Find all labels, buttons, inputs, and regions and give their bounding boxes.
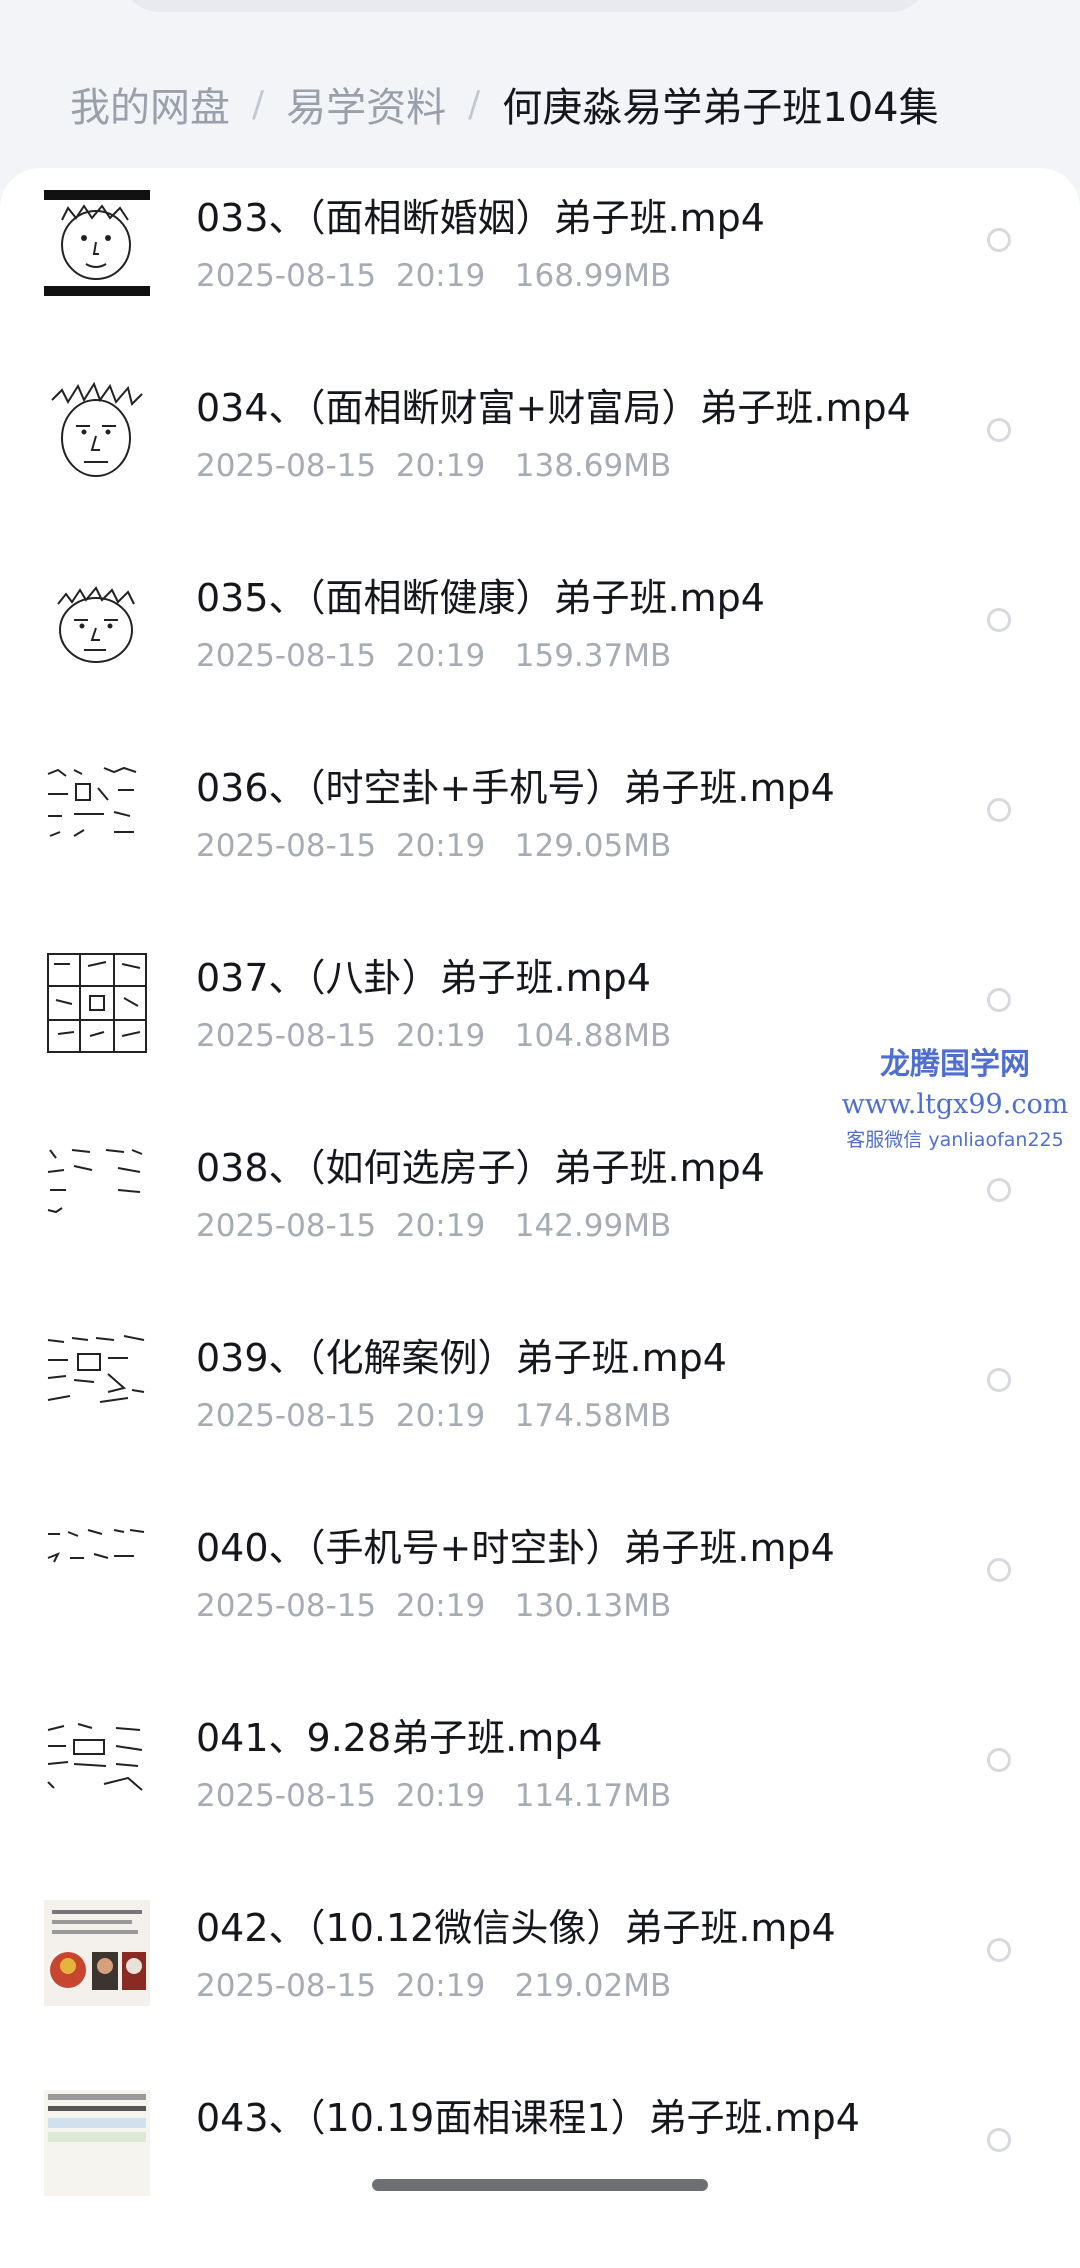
- video-thumbnail: [44, 190, 150, 296]
- breadcrumb-separator: /: [252, 83, 265, 125]
- home-indicator[interactable]: [372, 2179, 708, 2191]
- file-row[interactable]: 038、（如何选房子）弟子班.mp4 2025-08-15 20:19 142.…: [0, 1118, 1080, 1308]
- file-name[interactable]: 039、（化解案例）弟子班.mp4: [196, 1332, 956, 1384]
- file-row[interactable]: 035、（面相断健康）弟子班.mp4 2025-08-15 20:19 159.…: [0, 548, 1080, 738]
- video-thumbnail: [44, 570, 150, 676]
- video-thumbnail: [44, 760, 150, 866]
- video-thumbnail: [44, 380, 150, 486]
- breadcrumb-root[interactable]: 我的网盘: [70, 75, 230, 133]
- file-meta: 2025-08-15 20:19 114.17MB: [196, 1778, 672, 1814]
- file-row[interactable]: 036、（时空卦+手机号）弟子班.mp4 2025-08-15 20:19 12…: [0, 738, 1080, 928]
- breadcrumb-current: 何庚淼易学弟子班104集: [502, 85, 939, 131]
- radio-unchecked-icon[interactable]: [987, 608, 1011, 632]
- file-row[interactable]: 034、（面相断财富+财富局）弟子班.mp4 2025-08-15 20:19 …: [0, 358, 1080, 548]
- file-meta: 2025-08-15 20:19 104.88MB: [196, 1018, 672, 1054]
- file-meta: 2025-08-15 20:19 138.69MB: [196, 448, 672, 484]
- video-thumbnail: [44, 950, 150, 1056]
- file-meta: 2025-08-15 20:19 142.99MB: [196, 1208, 672, 1244]
- breadcrumb-folder[interactable]: 易学资料: [286, 75, 446, 133]
- radio-unchecked-icon[interactable]: [987, 1178, 1011, 1202]
- file-meta: 2025-08-15 20:19 159.37MB: [196, 638, 672, 674]
- radio-unchecked-icon[interactable]: [987, 2128, 1011, 2152]
- file-meta: 2025-08-15 20:19 174.58MB: [196, 1398, 672, 1434]
- radio-unchecked-icon[interactable]: [987, 228, 1011, 252]
- top-search-bar-edge[interactable]: [120, 0, 930, 12]
- radio-unchecked-icon[interactable]: [987, 1748, 1011, 1772]
- radio-unchecked-icon[interactable]: [987, 1558, 1011, 1582]
- file-name[interactable]: 034、（面相断财富+财富局）弟子班.mp4: [196, 382, 956, 434]
- file-meta: 2025-08-15 20:19 129.05MB: [196, 828, 672, 864]
- file-name[interactable]: 041、9.28弟子班.mp4: [196, 1712, 956, 1764]
- file-row[interactable]: 037、（八卦）弟子班.mp4 2025-08-15 20:19 104.88M…: [0, 928, 1080, 1118]
- file-meta: 2025-08-15 20:19 168.99MB: [196, 258, 672, 294]
- file-row[interactable]: 033、（面相断婚姻）弟子班.mp4 2025-08-15 20:19 168.…: [0, 168, 1080, 358]
- file-name[interactable]: 035、（面相断健康）弟子班.mp4: [196, 572, 956, 624]
- video-thumbnail: [44, 2090, 150, 2196]
- file-name[interactable]: 037、（八卦）弟子班.mp4: [196, 952, 956, 1004]
- file-list: 033、（面相断婚姻）弟子班.mp4 2025-08-15 20:19 168.…: [0, 168, 1080, 2268]
- video-thumbnail: [44, 1900, 150, 2006]
- video-thumbnail: [44, 1140, 150, 1246]
- video-thumbnail: [44, 1330, 150, 1436]
- file-name[interactable]: 043、（10.19面相课程1）弟子班.mp4: [196, 2092, 956, 2144]
- file-meta: 2025-08-15 20:19 130.13MB: [196, 1588, 672, 1624]
- breadcrumb: 我的网盘 / 易学资料 / 何庚淼易学弟子班104集: [70, 76, 939, 132]
- file-name[interactable]: 033、（面相断婚姻）弟子班.mp4: [196, 192, 956, 244]
- file-name[interactable]: 038、（如何选房子）弟子班.mp4: [196, 1142, 956, 1194]
- video-thumbnail: [44, 1520, 150, 1626]
- file-name[interactable]: 042、（10.12微信头像）弟子班.mp4: [196, 1902, 956, 1954]
- radio-unchecked-icon[interactable]: [987, 798, 1011, 822]
- radio-unchecked-icon[interactable]: [987, 1368, 1011, 1392]
- file-row[interactable]: 040、（手机号+时空卦）弟子班.mp4 2025-08-15 20:19 13…: [0, 1498, 1080, 1688]
- breadcrumb-separator: /: [468, 83, 481, 125]
- file-name[interactable]: 040、（手机号+时空卦）弟子班.mp4: [196, 1522, 956, 1574]
- video-thumbnail: [44, 1710, 150, 1816]
- file-row[interactable]: 043、（10.19面相课程1）弟子班.mp4: [0, 2068, 1080, 2258]
- file-row[interactable]: 041、9.28弟子班.mp4 2025-08-15 20:19 114.17M…: [0, 1688, 1080, 1878]
- file-row[interactable]: 042、（10.12微信头像）弟子班.mp4 2025-08-15 20:19 …: [0, 1878, 1080, 2068]
- radio-unchecked-icon[interactable]: [987, 1938, 1011, 1962]
- file-name[interactable]: 036、（时空卦+手机号）弟子班.mp4: [196, 762, 956, 814]
- radio-unchecked-icon[interactable]: [987, 418, 1011, 442]
- file-meta: 2025-08-15 20:19 219.02MB: [196, 1968, 672, 2004]
- file-row[interactable]: 039、（化解案例）弟子班.mp4 2025-08-15 20:19 174.5…: [0, 1308, 1080, 1498]
- radio-unchecked-icon[interactable]: [987, 988, 1011, 1012]
